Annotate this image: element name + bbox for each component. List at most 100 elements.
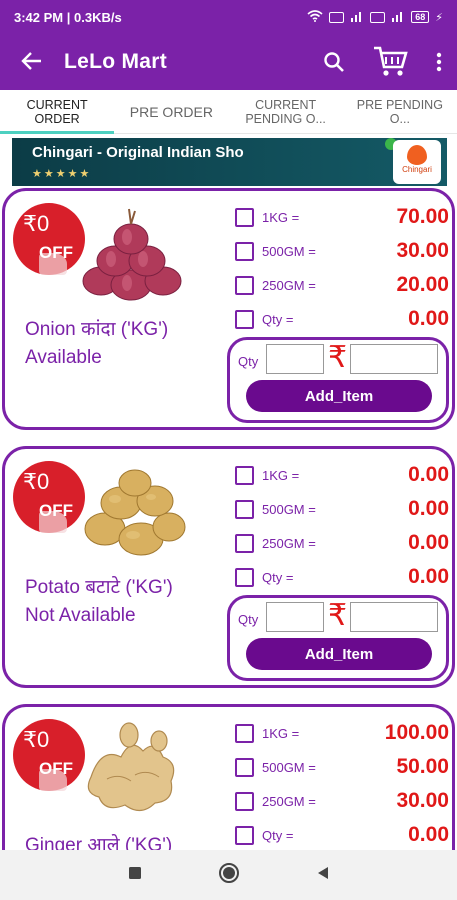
product-card: ₹0 OFF Potato बटाटे ('KG') Not Available… <box>2 446 455 688</box>
discount-amount: ₹0 <box>23 469 50 494</box>
price-input[interactable] <box>350 602 438 632</box>
charging-icon: ⚡ <box>435 11 443 24</box>
qty-input[interactable] <box>266 602 324 632</box>
rupee-icon: ₹ <box>328 341 348 374</box>
checkbox-500gm[interactable] <box>235 757 254 777</box>
option-price: 0.00 <box>408 531 449 554</box>
ad-rating-stars: ★★★★★ <box>32 168 92 180</box>
option-price: 0.00 <box>408 565 449 588</box>
more-options-icon[interactable] <box>421 34 457 90</box>
option-price: 20.00 <box>396 273 449 296</box>
option-row-250gm: 250GM = 20.00 <box>235 270 449 300</box>
checkbox-1kg[interactable] <box>235 723 254 743</box>
checkbox-qty[interactable] <box>235 825 254 845</box>
tab-pre-pending[interactable]: PRE PENDING O... <box>343 90 457 133</box>
option-row-500gm: 500GM = 50.00 <box>235 752 449 782</box>
checkbox-500gm[interactable] <box>235 499 254 519</box>
ad-logo: Chingari <box>393 140 441 184</box>
tab-pre-order[interactable]: PRE ORDER <box>114 90 228 133</box>
option-label: 1KG = <box>262 467 300 483</box>
qty-input[interactable] <box>266 344 324 374</box>
wifi-icon <box>307 9 323 25</box>
potato-image <box>71 459 191 563</box>
add-item-button[interactable]: Add_Item <box>246 380 432 412</box>
onion-image <box>71 201 191 305</box>
sim2-icon <box>370 11 386 23</box>
option-price: 0.00 <box>408 497 449 520</box>
discount-off-label: OFF <box>39 759 73 778</box>
product-name: Potato बटाटे ('KG') <box>25 577 173 598</box>
option-label: 250GM = <box>262 277 316 293</box>
checkbox-1kg[interactable] <box>235 207 254 227</box>
option-label: Qty = <box>262 827 294 843</box>
tab-current-order[interactable]: CURRENT ORDER <box>0 90 115 134</box>
back-triangle-icon[interactable] <box>316 866 330 885</box>
discount-off-label: OFF <box>39 501 73 520</box>
signal-icon <box>350 10 364 25</box>
option-price: 30.00 <box>396 239 449 262</box>
option-row-250gm: 250GM = 30.00 <box>235 786 449 816</box>
option-price: 50.00 <box>396 755 449 778</box>
ad-logo-text: Chingari <box>402 165 432 174</box>
option-label: 500GM = <box>262 759 316 775</box>
discount-amount: ₹0 <box>23 727 50 752</box>
tab-indicator <box>0 131 114 134</box>
option-price: 100.00 <box>384 721 449 744</box>
app-bar: LeLo Mart <box>0 34 457 90</box>
ginger-image <box>71 717 191 821</box>
option-label: 500GM = <box>262 501 316 517</box>
option-row-qty: Qty = 0.00 <box>235 820 449 850</box>
option-price: 0.00 <box>408 307 449 330</box>
option-price: 0.00 <box>408 823 449 846</box>
status-icons: 68 ⚡ <box>307 9 443 25</box>
option-row-1kg: 1KG = 0.00 <box>235 460 449 490</box>
option-label: 250GM = <box>262 793 316 809</box>
sim-icon <box>329 11 345 23</box>
option-price: 0.00 <box>408 463 449 486</box>
discount-amount: ₹0 <box>23 211 50 236</box>
checkbox-250gm[interactable] <box>235 791 254 811</box>
product-availability: Available <box>25 347 102 368</box>
product-availability: Not Available <box>25 605 136 626</box>
price-input[interactable] <box>350 344 438 374</box>
checkbox-1kg[interactable] <box>235 465 254 485</box>
option-label: 1KG = <box>262 209 300 225</box>
checkbox-qty[interactable] <box>235 309 254 329</box>
status-time: 3:42 PM | 0.3KB/s <box>14 9 122 25</box>
checkbox-250gm[interactable] <box>235 275 254 295</box>
add-item-box: Qty ₹ Add_Item <box>227 337 449 423</box>
discount-off-label: OFF <box>39 243 73 262</box>
tab-current-pending[interactable]: CURRENT PENDING O... <box>229 90 343 133</box>
option-row-250gm: 250GM = 0.00 <box>235 528 449 558</box>
search-icon[interactable] <box>309 34 359 90</box>
ad-title: Chingari - Original Indian Sho <box>32 144 244 161</box>
recents-square-icon[interactable] <box>128 866 142 885</box>
product-card: ₹0 OFF Onion कांदा ('KG') Available 1KG … <box>2 188 455 430</box>
ad-banner[interactable]: Chingari - Original Indian Sho ★★★★★ Chi… <box>12 138 447 186</box>
back-arrow-icon[interactable] <box>0 33 64 91</box>
option-label: Qty = <box>262 569 294 585</box>
signal2-icon <box>391 10 405 25</box>
checkbox-500gm[interactable] <box>235 241 254 261</box>
option-label: 1KG = <box>262 725 300 741</box>
option-price: 70.00 <box>396 205 449 228</box>
rupee-icon: ₹ <box>328 599 348 632</box>
option-row-qty: Qty = 0.00 <box>235 304 449 334</box>
option-price: 30.00 <box>396 789 449 812</box>
tab-bar: CURRENT ORDER PRE ORDER CURRENT PENDING … <box>0 90 457 134</box>
battery-icon: 68 <box>411 11 430 23</box>
product-card: ₹0 OFF Ginger आले ('KG') 1KG = 100.00 50… <box>2 704 455 874</box>
option-row-500gm: 500GM = 0.00 <box>235 494 449 524</box>
option-row-1kg: 1KG = 100.00 <box>235 718 449 748</box>
checkbox-qty[interactable] <box>235 567 254 587</box>
checkbox-250gm[interactable] <box>235 533 254 553</box>
qty-label: Qty <box>238 354 259 369</box>
add-item-button[interactable]: Add_Item <box>246 638 432 670</box>
add-item-box: Qty ₹ Add_Item <box>227 595 449 681</box>
home-circle-icon[interactable] <box>218 862 240 889</box>
app-title: LeLo Mart <box>64 50 168 73</box>
cart-icon[interactable] <box>359 34 421 90</box>
qty-label: Qty <box>238 612 259 627</box>
option-label: Qty = <box>262 311 294 327</box>
option-row-qty: Qty = 0.00 <box>235 562 449 592</box>
